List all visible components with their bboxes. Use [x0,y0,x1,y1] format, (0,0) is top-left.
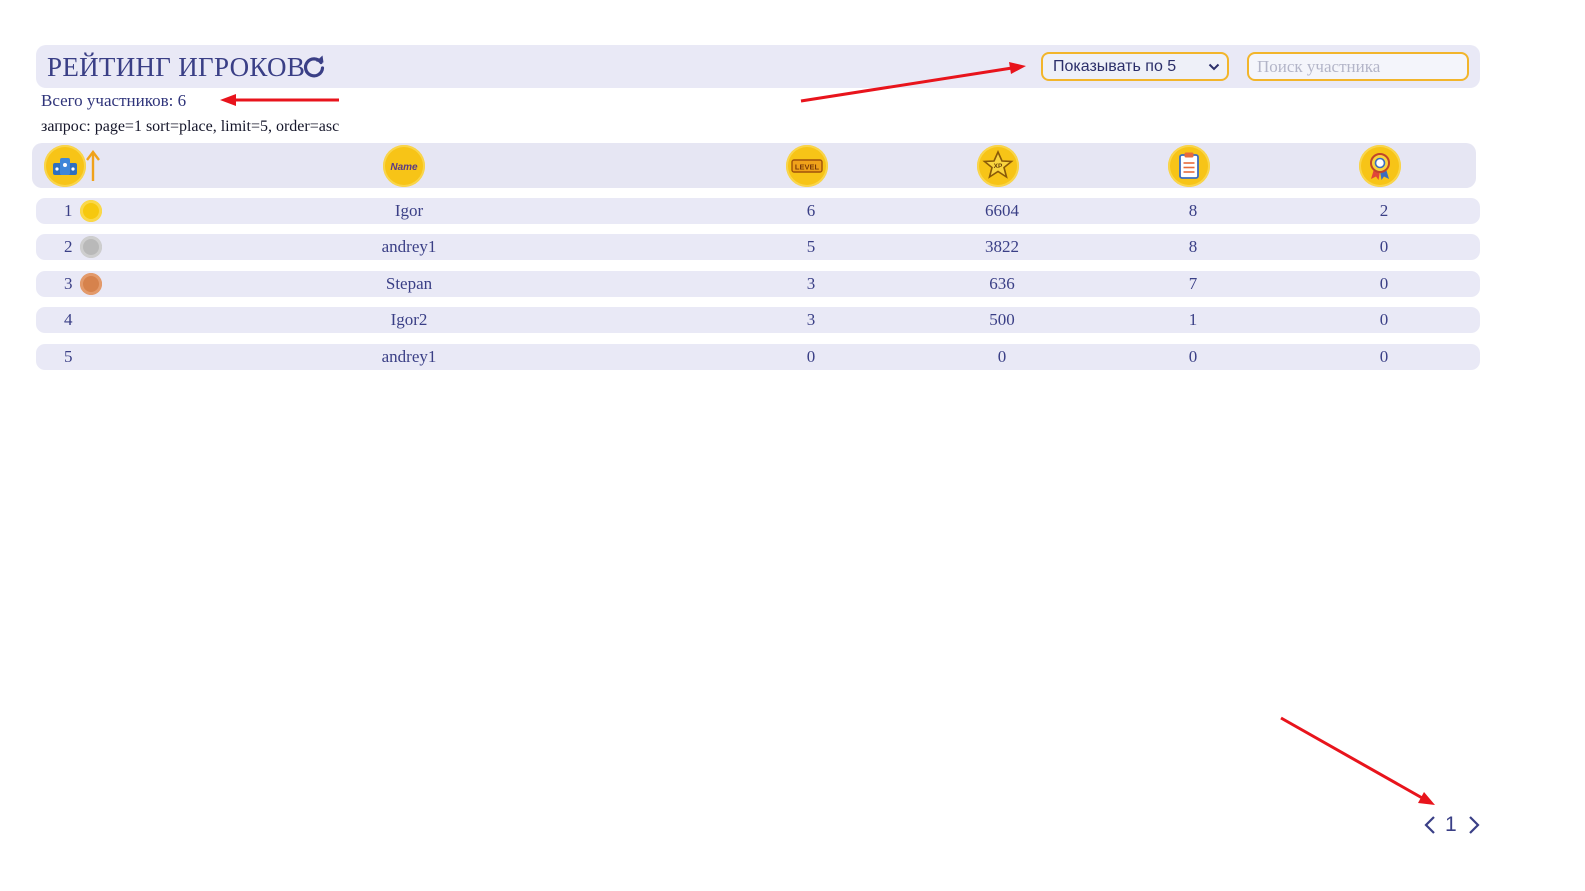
place-column-icon[interactable] [44,145,86,187]
search-input[interactable] [1247,52,1469,81]
xp-cell: 500 [989,310,1015,329]
page-number-current[interactable]: 1 [1445,812,1457,838]
chevron-down-icon [1208,63,1220,71]
achievements-cell: 0 [1379,274,1389,293]
page-size-select[interactable]: Показывать по 5 [1041,52,1229,81]
table-header [32,143,1476,188]
level-column-icon[interactable]: LEVEL [786,145,828,187]
svg-text:XP: XP [994,163,1003,170]
player-name-cell[interactable]: andrey1 [349,234,469,260]
xp-cell: 3822 [985,237,1019,256]
level-cell: 3 [806,274,816,293]
xp-column-icon[interactable]: XP [977,145,1019,187]
table-row[interactable] [36,234,1480,260]
player-name-cell[interactable]: Stepan [349,271,469,297]
svg-text:Name: Name [390,162,418,173]
tasks-cell: 7 [1188,274,1198,293]
achievements-cell: 0 [1379,347,1389,366]
player-name-cell[interactable]: Igor2 [349,307,469,333]
achievements-column-icon[interactable] [1359,145,1401,187]
level-cell: 3 [806,310,816,329]
tasks-cell: 1 [1188,310,1198,329]
xp-cell: 0 [997,347,1007,366]
table-row[interactable] [36,271,1480,297]
place-cell: 4 [64,310,73,329]
tasks-column-icon[interactable] [1168,145,1210,187]
xp-cell: 6604 [985,201,1019,220]
achievements-cell: 0 [1379,237,1389,256]
place-cell: 5 [64,347,73,366]
player-name-cell[interactable]: Igor [349,198,469,224]
level-cell: 6 [806,201,816,220]
pagination: 1 [1420,812,1486,838]
page-size-select-value: Показывать по 5 [1053,58,1177,75]
chevron-left-icon[interactable] [1423,815,1437,835]
achievements-cell: 0 [1379,310,1389,329]
refresh-icon[interactable] [302,55,326,79]
query-info: запрос: page=1 sort=place, limit=5, orde… [41,118,340,135]
annotation-arrow-pagination [1280,716,1435,805]
total-participants: Всего участников: 6 [41,91,187,110]
svg-text:LEVEL: LEVEL [795,163,820,172]
silver-medal-icon [80,236,102,258]
tasks-cell: 0 [1188,347,1198,366]
annotation-arrow-total [220,94,339,106]
gold-medal-icon [80,200,102,222]
level-cell: 0 [806,347,816,366]
bronze-medal-icon [80,273,102,295]
table-row[interactable] [36,198,1480,224]
table-row[interactable] [36,344,1480,370]
name-column-icon[interactable]: Name [383,145,425,187]
achievements-cell: 2 [1379,201,1389,220]
tasks-cell: 8 [1188,201,1198,220]
level-cell: 5 [806,237,816,256]
player-name-cell[interactable]: andrey1 [349,344,469,370]
xp-cell: 636 [989,274,1015,293]
chevron-right-icon[interactable] [1467,815,1481,835]
page-title: РЕЙТИНГ ИГРОКОВ [47,52,306,82]
sort-asc-arrow-icon[interactable] [85,150,101,182]
table-row[interactable] [36,307,1480,333]
tasks-cell: 8 [1188,237,1198,256]
